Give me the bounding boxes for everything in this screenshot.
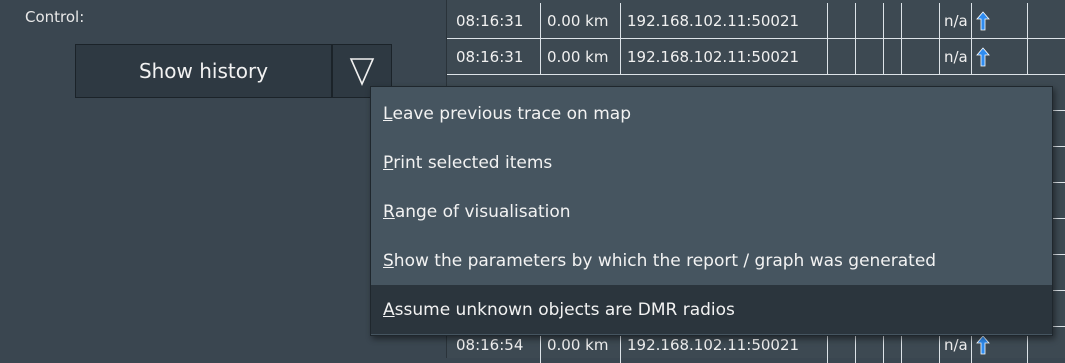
- empty-cell: [856, 3, 884, 38]
- table-row[interactable]: 08:16:31 0.00 km 192.168.102.11:50021 n/…: [447, 39, 1065, 75]
- up-arrow-icon: [976, 335, 990, 355]
- status-cell: n/a: [940, 3, 972, 38]
- menu-item-label: ange of visualisation: [394, 201, 571, 222]
- menu-item-label: rint selected items: [393, 152, 553, 173]
- table-row[interactable]: 08:16:31 0.00 km 192.168.102.11:50021 n/…: [447, 3, 1065, 39]
- distance-cell: 0.00 km: [541, 3, 621, 38]
- menu-item-label: how the parameters by which the report /…: [393, 250, 937, 271]
- menu-item-label: eave previous trace on map: [392, 103, 631, 124]
- direction-cell: [972, 3, 1028, 38]
- status-cell: n/a: [940, 39, 972, 74]
- address-cell: 192.168.102.11:50021: [621, 39, 828, 74]
- menu-item-mnemonic: A: [383, 299, 395, 320]
- menu-item-mnemonic: L: [383, 103, 393, 124]
- show-history-button[interactable]: Show history: [75, 44, 332, 98]
- menu-item-assume-unknown-dmr[interactable]: Assume unknown objects are DMR radios: [371, 285, 1052, 334]
- empty-cell: [884, 3, 902, 38]
- up-arrow-icon: [976, 10, 990, 30]
- time-cell: 08:16:31: [456, 39, 541, 74]
- triangle-down-outline-icon: [349, 58, 375, 86]
- address-cell: 192.168.102.11:50021: [621, 3, 828, 38]
- up-arrow-icon: [976, 46, 990, 66]
- menu-item-show-parameters[interactable]: Show the parameters by which the report …: [371, 236, 1052, 285]
- menu-item-label: ssume unknown objects are DMR radios: [394, 299, 735, 320]
- distance-cell: 0.00 km: [541, 39, 621, 74]
- empty-cell: [828, 3, 856, 38]
- menu-item-print-selected[interactable]: Print selected items: [371, 138, 1052, 187]
- empty-cell: [856, 39, 884, 74]
- empty-cell: [902, 39, 940, 74]
- empty-cell: [884, 39, 902, 74]
- time-cell: 08:16:31: [456, 3, 541, 38]
- empty-cell: [828, 39, 856, 74]
- direction-cell: [972, 39, 1028, 74]
- menu-item-range-of-visualisation[interactable]: Range of visualisation: [371, 187, 1052, 236]
- control-label: Control:: [25, 8, 85, 26]
- show-history-label: Show history: [138, 59, 269, 83]
- menu-item-leave-previous-trace[interactable]: Leave previous trace on map: [371, 89, 1052, 138]
- empty-cell: [902, 3, 940, 38]
- menu-item-mnemonic: P: [383, 152, 394, 173]
- menu-item-mnemonic: S: [383, 250, 394, 271]
- menu-item-mnemonic: R: [383, 201, 395, 222]
- context-menu: Leave previous trace on map Print select…: [370, 86, 1053, 336]
